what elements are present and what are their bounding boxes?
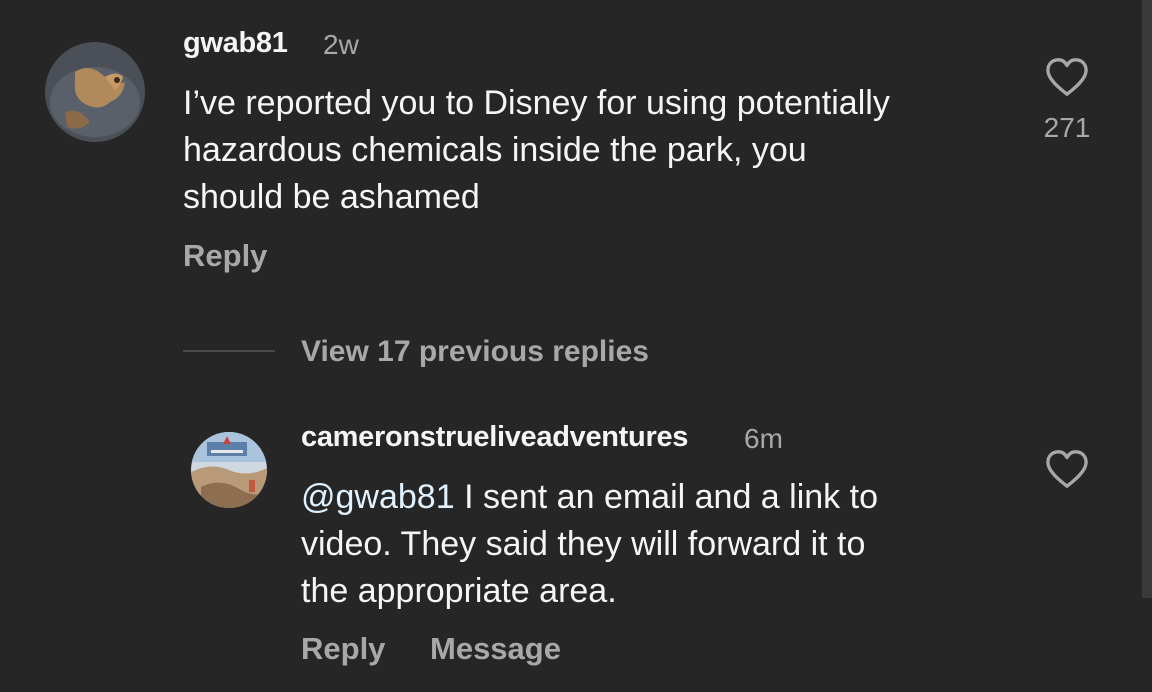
avatar-cameronstrueliveadventures[interactable] [191,432,267,508]
comment-username[interactable]: gwab81 [183,27,288,60]
comments-screen: gwab81 2w I’ve reported you to Disney fo… [0,0,1152,692]
mention-link[interactable]: @gwab81 [301,478,455,516]
reply-text: @gwab81 I sent an email and a link to vi… [301,474,878,615]
scrollbar[interactable] [1142,0,1152,598]
comment-text-line: I’ve reported you to Disney for using po… [183,84,890,122]
comment-timestamp: 2w [323,29,359,60]
comment-text-line: should be ashamed [183,178,480,216]
message-button[interactable]: Message [430,631,561,667]
avatar-gwab81[interactable] [45,42,145,142]
reply-timestamp: 6m [744,423,783,454]
reply-username[interactable]: cameronstrueliveadventures [301,421,688,454]
replies-divider [183,350,275,352]
comment-text-line: hazardous chemicals inside the park, you [183,131,807,169]
view-previous-replies-button[interactable]: View 17 previous replies [301,335,649,369]
reply-button[interactable]: Reply [301,631,385,667]
like-count: 271 [1043,112,1091,143]
heart-icon[interactable] [1044,56,1090,98]
avatar-image [45,42,145,142]
heart-icon[interactable] [1044,448,1090,490]
reply-text-line: video. They said they will forward it to [301,525,866,563]
reply-text-line: the appropriate area. [301,572,617,610]
avatar-image [191,432,267,508]
reply-text-fragment: I sent an email and a link to [454,478,878,516]
reply-button[interactable]: Reply [183,238,267,274]
comment-text: I’ve reported you to Disney for using po… [183,80,890,221]
reply-text-line: @gwab81 I sent an email and a link to [301,474,878,521]
